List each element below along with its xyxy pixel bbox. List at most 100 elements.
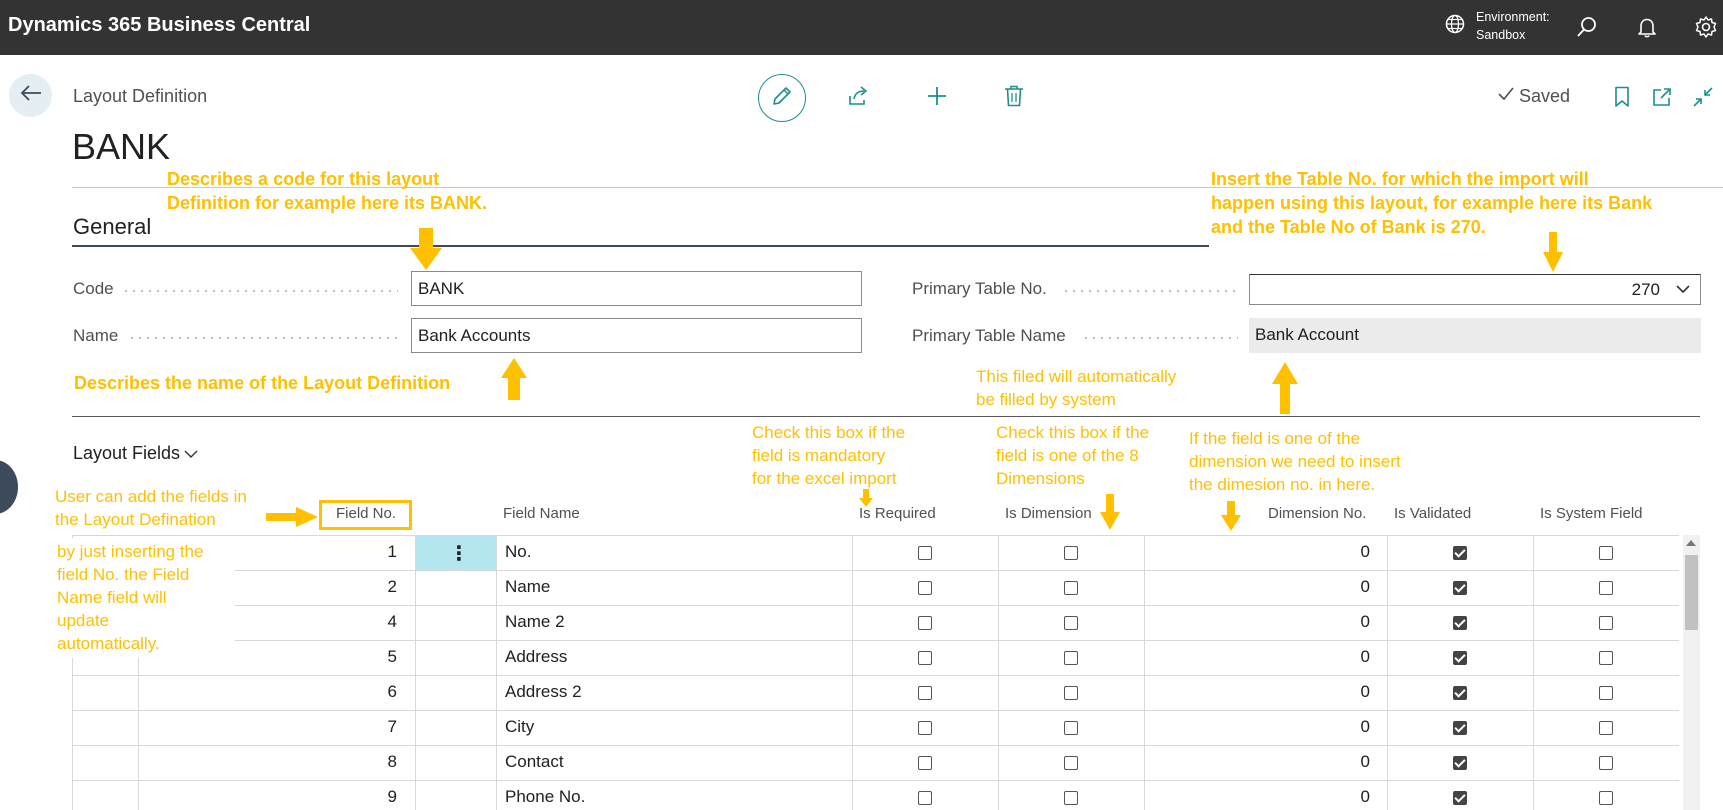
checkbox-is-required[interactable] xyxy=(918,686,932,700)
checkbox-is-dimension[interactable] xyxy=(1064,581,1078,595)
chevron-down-icon[interactable] xyxy=(1675,282,1691,300)
bookmark-icon[interactable] xyxy=(1609,84,1635,110)
checkbox-is-required[interactable] xyxy=(918,546,932,560)
checkbox-is-dimension[interactable] xyxy=(1064,756,1078,770)
name-field[interactable]: Bank Accounts xyxy=(411,318,862,353)
cell-field-no[interactable]: 9 xyxy=(300,787,397,807)
code-label: Code xyxy=(73,279,114,298)
general-underline xyxy=(72,245,1209,247)
col-header-is-validated[interactable]: Is Validated xyxy=(1394,505,1471,522)
checkbox-is-dimension[interactable] xyxy=(1064,546,1078,560)
cell-field-name[interactable]: Address xyxy=(505,647,567,667)
share-button[interactable] xyxy=(835,74,883,122)
cell-dimension-no[interactable]: 0 xyxy=(1260,752,1370,772)
environment-value: Sandbox xyxy=(1476,28,1526,42)
general-section-title[interactable]: General xyxy=(73,214,151,240)
checkbox-is-validated[interactable] xyxy=(1453,616,1467,630)
code-field[interactable]: BANK xyxy=(411,271,862,306)
cell-dimension-no[interactable]: 0 xyxy=(1260,717,1370,737)
cell-field-no[interactable]: 5 xyxy=(300,647,397,667)
cell-dimension-no[interactable]: 0 xyxy=(1260,612,1370,632)
checkbox-is-validated[interactable] xyxy=(1453,546,1467,560)
cell-field-no[interactable]: 1 xyxy=(300,542,397,562)
checkbox-is-dimension[interactable] xyxy=(1064,721,1078,735)
add-icon xyxy=(925,84,949,113)
checkbox-is-system-field[interactable] xyxy=(1599,651,1613,665)
checkbox-is-system-field[interactable] xyxy=(1599,581,1613,595)
checkbox-is-required[interactable] xyxy=(918,721,932,735)
annotation-required-2: field is mandatory xyxy=(752,446,886,465)
gear-icon[interactable] xyxy=(1692,13,1720,41)
back-button[interactable] xyxy=(9,74,52,117)
scroll-up-icon[interactable] xyxy=(1686,540,1696,546)
row-divider xyxy=(72,710,1679,711)
cell-field-name[interactable]: Name xyxy=(505,577,550,597)
row-divider xyxy=(72,640,1679,641)
primary-table-no-field[interactable]: 270 xyxy=(1249,274,1701,305)
checkbox-is-required[interactable] xyxy=(918,616,932,630)
checkbox-is-system-field[interactable] xyxy=(1599,546,1613,560)
cell-dimension-no[interactable]: 0 xyxy=(1260,787,1370,807)
cell-field-no[interactable]: 8 xyxy=(300,752,397,772)
col-header-dimension-no[interactable]: Dimension No. xyxy=(1268,505,1366,522)
cell-field-no[interactable]: 7 xyxy=(300,717,397,737)
checkbox-is-system-field[interactable] xyxy=(1599,686,1613,700)
cell-field-no[interactable]: 2 xyxy=(300,577,397,597)
checkbox-is-dimension[interactable] xyxy=(1064,686,1078,700)
checkbox-is-system-field[interactable] xyxy=(1599,721,1613,735)
cell-field-name[interactable]: No. xyxy=(505,542,531,562)
col-header-is-required[interactable]: Is Required xyxy=(859,505,936,522)
checkbox-is-validated[interactable] xyxy=(1453,756,1467,770)
checkbox-is-dimension[interactable] xyxy=(1064,651,1078,665)
checkbox-is-validated[interactable] xyxy=(1453,791,1467,805)
cell-field-no[interactable]: 6 xyxy=(300,682,397,702)
checkbox-is-required[interactable] xyxy=(918,581,932,595)
checkbox-is-system-field[interactable] xyxy=(1599,791,1613,805)
checkbox-is-required[interactable] xyxy=(918,791,932,805)
open-new-window-icon[interactable] xyxy=(1649,84,1675,110)
annotation-dimno-2: dimension we need to insert xyxy=(1189,452,1401,471)
layout-fields-title[interactable]: Layout Fields xyxy=(73,443,198,464)
edit-button[interactable] xyxy=(758,74,806,122)
checkbox-is-dimension[interactable] xyxy=(1064,791,1078,805)
annotation-insert-2: field No. the Field xyxy=(57,565,190,584)
cell-field-name[interactable]: Phone No. xyxy=(505,787,585,807)
checkbox-is-required[interactable] xyxy=(918,651,932,665)
cell-field-name[interactable]: Name 2 xyxy=(505,612,565,632)
cell-dimension-no[interactable]: 0 xyxy=(1260,647,1370,667)
cell-field-name[interactable]: City xyxy=(505,717,534,737)
col-header-is-dimension[interactable]: Is Dimension xyxy=(1005,505,1092,522)
collapse-icon[interactable] xyxy=(1690,84,1716,110)
checkbox-is-dimension[interactable] xyxy=(1064,616,1078,630)
checkbox-is-required[interactable] xyxy=(918,756,932,770)
annotation-required-3: for the excel import xyxy=(752,469,897,488)
search-icon[interactable] xyxy=(1573,13,1601,41)
code-leader-dots xyxy=(122,290,398,292)
cell-dimension-no[interactable]: 0 xyxy=(1260,542,1370,562)
checkbox-is-validated[interactable] xyxy=(1453,651,1467,665)
grid-vline xyxy=(138,634,139,810)
new-button[interactable] xyxy=(913,74,961,122)
checkbox-is-validated[interactable] xyxy=(1453,581,1467,595)
checkbox-is-system-field[interactable] xyxy=(1599,756,1613,770)
checkbox-is-validated[interactable] xyxy=(1453,686,1467,700)
scroll-thumb[interactable] xyxy=(1685,555,1698,630)
bell-icon[interactable] xyxy=(1633,13,1661,41)
row-actions-icon[interactable]: ⋮ xyxy=(449,541,469,566)
page-caption: Layout Definition xyxy=(73,86,208,106)
environment-indicator[interactable]: Environment: Sandbox xyxy=(1444,8,1550,44)
checkbox-is-validated[interactable] xyxy=(1453,721,1467,735)
annotation-table-1: Insert the Table No. for which the impor… xyxy=(1211,169,1589,189)
side-panel-handle[interactable] xyxy=(0,460,18,514)
delete-button[interactable] xyxy=(990,74,1038,122)
col-header-field-name[interactable]: Field Name xyxy=(503,505,580,522)
cell-field-no[interactable]: 4 xyxy=(300,612,397,632)
col-header-is-system-field[interactable]: Is System Field xyxy=(1540,505,1643,522)
cell-dimension-no[interactable]: 0 xyxy=(1260,682,1370,702)
cell-field-name[interactable]: Address 2 xyxy=(505,682,582,702)
app-title[interactable]: Dynamics 365 Business Central xyxy=(8,14,310,37)
checkbox-is-system-field[interactable] xyxy=(1599,616,1613,630)
annotation-user-2: the Layout Defination xyxy=(55,510,216,529)
cell-field-name[interactable]: Contact xyxy=(505,752,564,772)
cell-dimension-no[interactable]: 0 xyxy=(1260,577,1370,597)
